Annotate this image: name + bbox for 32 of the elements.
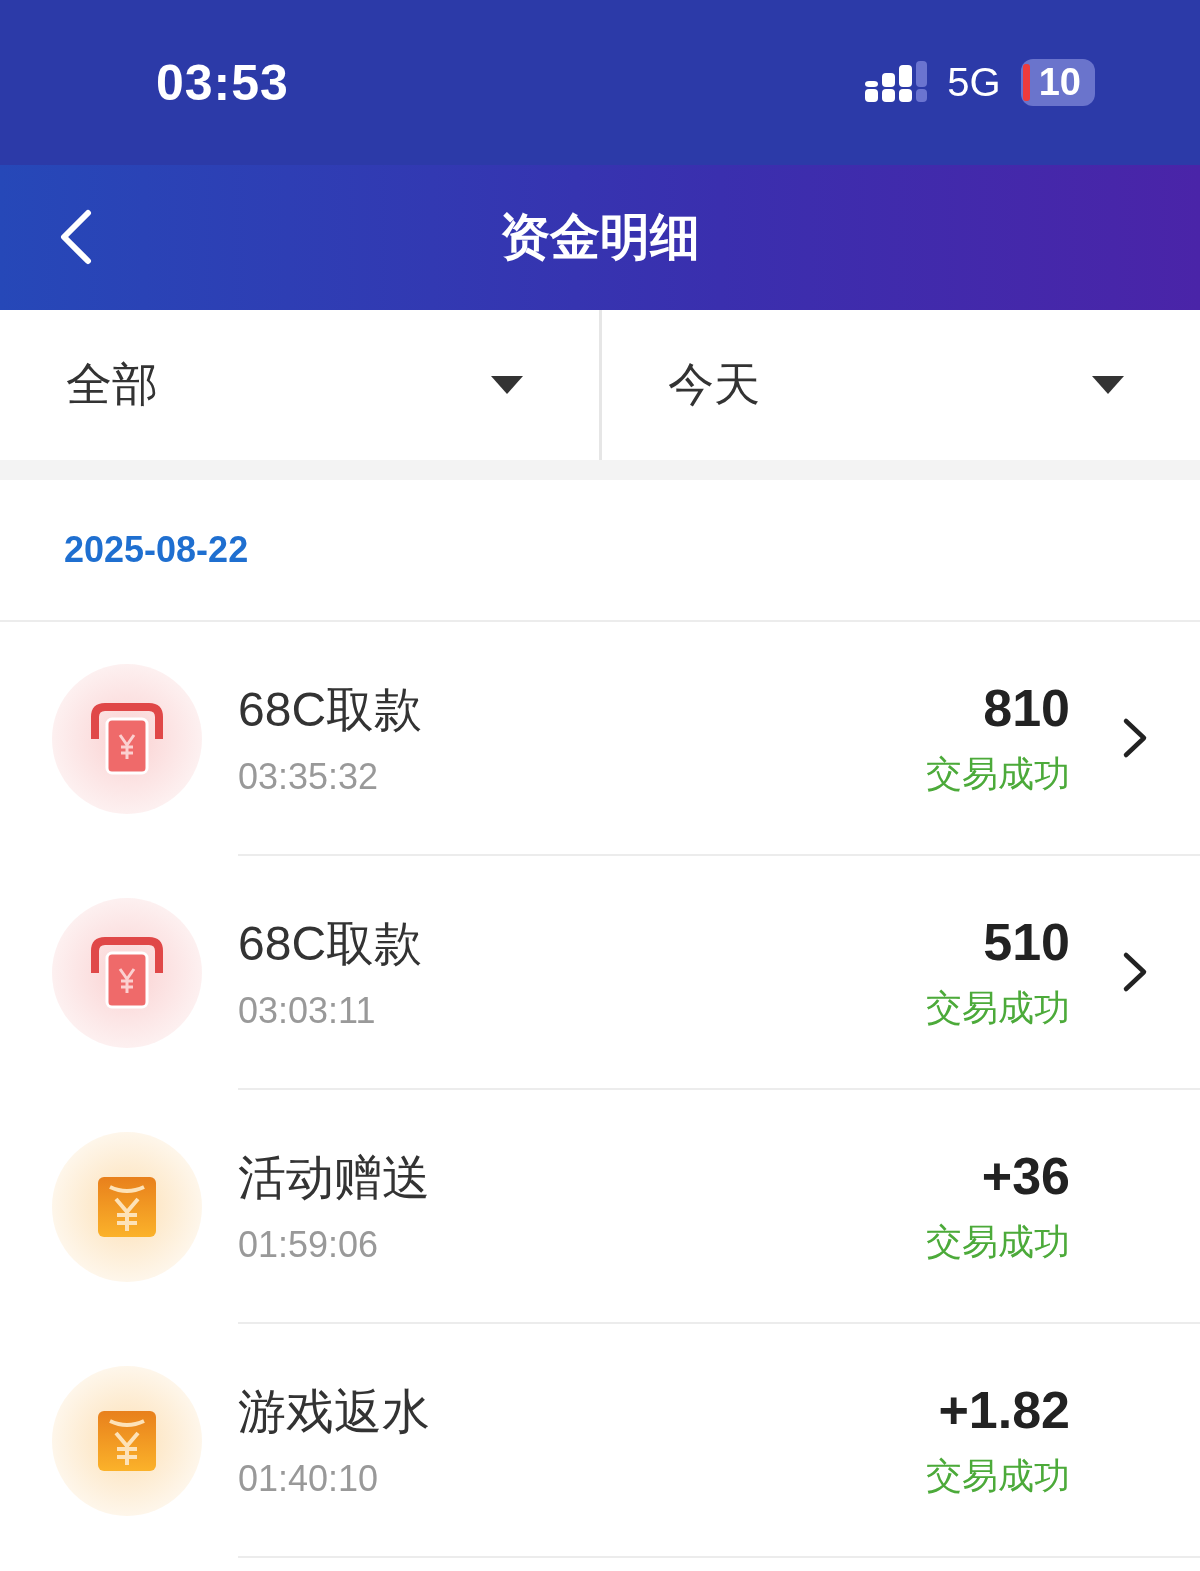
transaction-row[interactable]: 活动赠送 01:59:06 +36 交易成功 [0, 1090, 1200, 1324]
transaction-title: 活动赠送 [238, 1150, 431, 1206]
caret-icon [1092, 376, 1124, 394]
transaction-amount: 510 [983, 911, 1070, 972]
transaction-status: 交易成功 [926, 1219, 1070, 1264]
money-bag-icon [98, 1177, 156, 1237]
caret-icon [490, 376, 523, 394]
transaction-status: 交易成功 [926, 985, 1070, 1030]
signal-icon [865, 60, 928, 105]
transaction-amount: 810 [983, 677, 1070, 738]
transaction-title: 68C取款 [238, 682, 424, 738]
date-header: 2025-08-22 [0, 480, 1200, 622]
transaction-status: 交易成功 [926, 1453, 1070, 1498]
transaction-time: 03:03:11 [238, 990, 377, 1032]
transaction-time: 01:40:10 [238, 1458, 380, 1500]
transaction-row[interactable]: 68C取款 03:35:32 810 交易成功 [0, 622, 1200, 856]
transaction-amount: +1.82 [938, 1379, 1070, 1440]
network-label: 5G [947, 60, 1001, 105]
transaction-title: 游戏返水 [238, 1384, 431, 1440]
page-title: 资金明细 [500, 208, 700, 267]
money-bag-icon [98, 1411, 156, 1471]
atm-card-icon [91, 703, 163, 775]
transaction-row[interactable]: 68C取款 03:03:11 510 交易成功 [0, 856, 1200, 1090]
atm-card-icon [91, 937, 163, 1009]
transaction-row[interactable]: 游戏返水 01:40:10 +1.82 交易成功 [0, 1324, 1200, 1558]
transaction-title: 68C取款 [238, 916, 424, 972]
transaction-time: 01:59:06 [238, 1224, 380, 1266]
battery-indicator: 10 [1020, 59, 1095, 106]
transaction-time: 03:35:32 [238, 756, 380, 798]
transaction-amount: +36 [981, 1145, 1070, 1206]
status-time: 03:53 [156, 53, 289, 112]
transaction-status: 交易成功 [926, 751, 1070, 796]
